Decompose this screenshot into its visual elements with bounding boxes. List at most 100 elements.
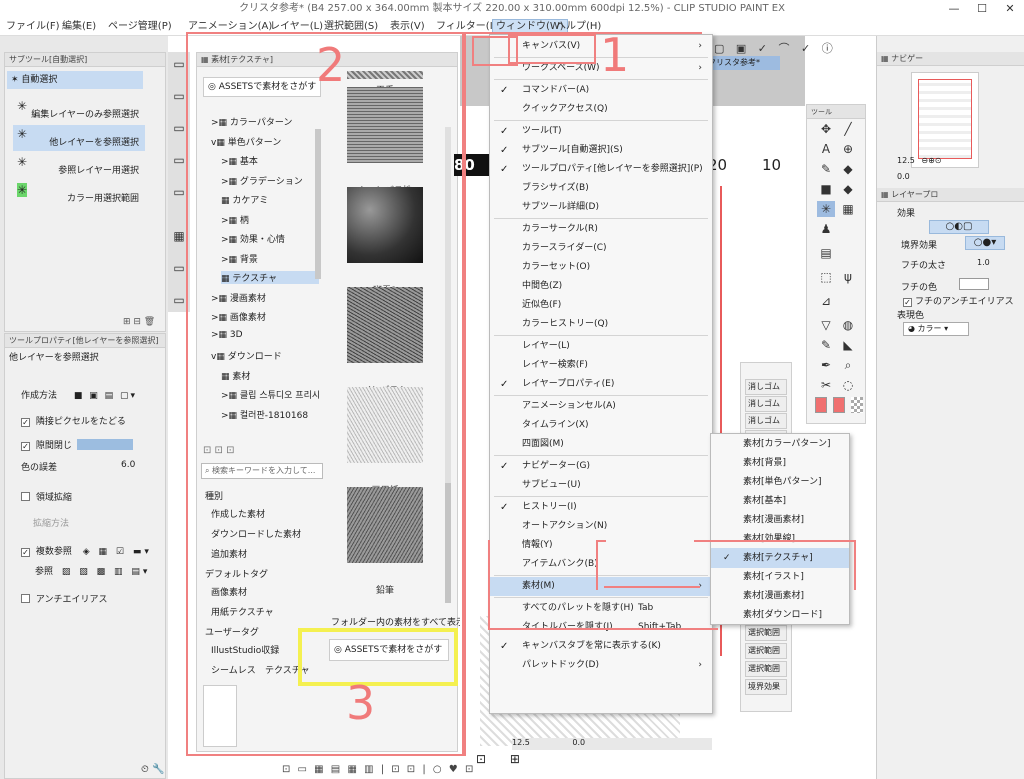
tool-property-panel: ツールプロパティ[他レイヤーを参照選択] 他レイヤーを参照選択 作成方法 ■ ▣… <box>4 333 166 779</box>
navigator-preview[interactable] <box>911 72 979 168</box>
menu-edit[interactable]: 編集(E) <box>62 20 96 34</box>
canvas-tab-label: クリスタ参考* <box>708 58 760 67</box>
method-row[interactable]: 作成方法 ■ ▣ ▤ ▢▾ <box>21 388 137 401</box>
selection-history-item[interactable]: 選択範囲 <box>745 625 787 641</box>
eyedropper-tool-icon[interactable]: ✒ <box>817 357 835 373</box>
effect-buttons[interactable]: ○◐▢ <box>929 220 989 234</box>
subtool-group[interactable]: ✶ 自動選択 <box>7 71 143 89</box>
menu-file[interactable]: ファイル(F) <box>6 20 60 34</box>
maximize-button[interactable]: ☐ <box>968 0 996 18</box>
ruler-number: 10 <box>762 154 802 176</box>
annotation-line <box>464 32 466 756</box>
drop-tool-icon[interactable]: ◍ <box>839 317 857 333</box>
edge-aa-checkbox[interactable]: ✓ <box>903 298 912 307</box>
menu-page[interactable]: ページ管理(P) <box>108 20 172 34</box>
navigator-zoom-row[interactable]: 12.5 ⊖⊕⊙ <box>897 156 941 165</box>
close-gap-checkbox[interactable]: ✓ <box>21 442 30 451</box>
material-submenu-item[interactable]: 素材[基本] <box>711 491 849 511</box>
command-bar[interactable]: ▢ ▣ ✓ ⌒ ✓ ⓘ <box>714 40 854 56</box>
ruler-tool-icon[interactable]: ⊿ <box>817 293 835 309</box>
airbrush-tool-icon[interactable]: ◣ <box>839 337 857 353</box>
navigator-zoom[interactable]: 12.5 <box>897 156 915 165</box>
multi-ref-buttons[interactable]: ◈ ▦ ☑ ▬▾ <box>83 547 152 557</box>
antialias-row[interactable]: アンチエイリアス <box>21 592 108 605</box>
subtool-panel: サブツール[自動選択] ✶ 自動選択 ✳ 編集レイヤーのみ参照選択 ✳ 他レイヤ… <box>4 52 166 332</box>
close-gap-row[interactable]: ✓ 隙間閉じ <box>21 438 133 451</box>
main-color-swatch[interactable] <box>815 397 827 413</box>
text-tool-icon[interactable]: A <box>817 141 835 157</box>
selection-history-item[interactable]: 選択範囲 <box>745 661 787 677</box>
material-submenu-item[interactable]: 素材[背景] <box>711 453 849 473</box>
transparent-swatch[interactable] <box>851 397 863 413</box>
material-bottom-toolbar[interactable]: ⊡ ▭ ▦ ▤ ▦ ▥ | ⊡ ⊡ | ○ ♥ ⊡ <box>282 764 473 778</box>
ref-buttons[interactable]: ▨ ▧ ▩ ▥ ▤▾ <box>62 567 150 577</box>
multi-ref-checkbox[interactable]: ✓ <box>21 548 30 557</box>
adjacent-row[interactable]: ✓ 隣接ピクセルをたどる <box>21 414 126 427</box>
method-buttons[interactable]: ■ ▣ ▤ ▢▾ <box>74 391 137 401</box>
shape-tool-icon[interactable]: ▽ <box>817 317 835 333</box>
edge-color-swatch[interactable] <box>959 278 989 290</box>
multi-ref-row[interactable]: ✓ 複数参照 ◈ ▦ ☑ ▬▾ <box>21 544 152 557</box>
lasso-tool-icon[interactable]: ◌ <box>839 377 857 393</box>
expression-color-label: 表現色 <box>897 311 925 321</box>
brush-tool-icon[interactable]: ✎ <box>817 337 835 353</box>
layer-property-header: ▦ レイヤープロ <box>877 188 1024 202</box>
scissors-tool-icon[interactable]: ✂ <box>817 377 835 393</box>
history-item[interactable]: 消しゴム <box>745 413 787 429</box>
search-tool-icon[interactable]: ⌕ <box>839 357 857 373</box>
material-submenu: 素材[カラーパターン] 素材[背景] 素材[単色パターン] 素材[基本] 素材[漫画素材… <box>710 433 850 625</box>
sub-color-swatch[interactable] <box>833 397 845 413</box>
color-mode-value: カラー <box>917 324 942 333</box>
line-tool-icon[interactable]: ╱ <box>839 121 857 137</box>
expand-checkbox[interactable] <box>21 492 30 501</box>
antialias-checkbox[interactable] <box>21 594 30 603</box>
subtool-panel-header: サブツール[自動選択] <box>5 53 165 67</box>
material-submenu-item[interactable]: 素材[ダウンロード] <box>711 605 849 625</box>
navigator-viewport[interactable] <box>918 79 972 159</box>
fill-tool-icon[interactable]: ◆ <box>839 161 857 177</box>
minimize-button[interactable]: — <box>940 0 968 18</box>
navigator-rotation[interactable]: 0.0 <box>897 172 910 181</box>
pen-tool-icon[interactable]: ✎ <box>817 161 835 177</box>
adjacent-checkbox[interactable]: ✓ <box>21 418 30 427</box>
ref-row[interactable]: 参照 ▨ ▧ ▩ ▥ ▤▾ <box>35 564 150 577</box>
navigator-rotate-row[interactable]: 0.0 <box>897 172 910 181</box>
auto-select-tool-icon[interactable]: ✳ <box>817 201 835 217</box>
move-tool-icon[interactable]: ✥ <box>817 121 835 137</box>
history-item[interactable]: 消しゴム <box>745 379 787 395</box>
layer-tool-icon[interactable]: ▤ <box>817 245 835 261</box>
edge-aa-row[interactable]: ✓ フチのアンチエイリアス <box>903 294 1014 307</box>
selection-tool-icon[interactable]: ▦ <box>839 201 857 217</box>
zoom-tool-icon[interactable]: ⊕ <box>839 141 857 157</box>
tolerance-value[interactable]: 6.0 <box>121 460 135 470</box>
canvas-angle[interactable]: 0.0 <box>572 738 585 747</box>
subtool-item[interactable]: ✳ カラー用選択範囲 <box>13 181 145 207</box>
history-item[interactable]: 消しゴム <box>745 396 787 412</box>
material-submenu-item[interactable]: 素材[カラーパターン] <box>711 434 849 454</box>
selection-history-item[interactable]: 選択範囲 <box>745 643 787 659</box>
title-bar: クリスタ参考* (B4 257.00 x 364.00mm 製本サイズ 220.… <box>0 0 1024 18</box>
subtool-item-selected[interactable]: ✳ 他レイヤーを参照選択 <box>13 125 145 151</box>
subtool-item[interactable]: ✳ 参照レイヤー用選択 <box>13 153 145 179</box>
close-button[interactable]: ✕ <box>996 0 1024 18</box>
eraser-tool-icon[interactable]: ◆ <box>839 181 857 197</box>
tool-property-footer-icons[interactable]: ⏲ 🔧 <box>141 764 164 775</box>
edge-width-value[interactable]: 1.0 <box>977 258 990 267</box>
grass-tool-icon[interactable]: ψ <box>839 269 857 285</box>
effect-heading: 効果 <box>897 209 916 219</box>
close-gap-level[interactable] <box>76 439 133 450</box>
subtool-item[interactable]: ✳ 編集レイヤーのみ参照選択 <box>13 97 145 123</box>
marquee-tool-icon[interactable]: ⬚ <box>817 269 835 285</box>
gradient-tool-icon[interactable]: ■ <box>817 181 835 197</box>
canvas-bottom-buttons[interactable]: ⊡ ⊞ <box>476 752 530 766</box>
expression-color-select[interactable]: ◕ カラー ▾ <box>903 322 969 336</box>
border-effect-buttons[interactable]: ○●▾ <box>965 236 1005 250</box>
selection-history-item[interactable]: 境界効果 <box>745 679 787 695</box>
expand-row[interactable]: 領域拡縮 <box>21 490 72 503</box>
material-submenu-item[interactable]: 素材[単色パターン] <box>711 472 849 492</box>
stamp-tool-icon[interactable]: ♟ <box>817 221 835 237</box>
canvas-zoom[interactable]: 12.5 <box>512 738 530 747</box>
tolerance-row[interactable]: 色の誤差 6.0 <box>21 460 135 473</box>
subtool-panel-buttons[interactable]: ⊞ ⊟ 🗑 <box>123 317 155 327</box>
material-submenu-item[interactable]: 素材[漫画素材] <box>711 510 849 530</box>
